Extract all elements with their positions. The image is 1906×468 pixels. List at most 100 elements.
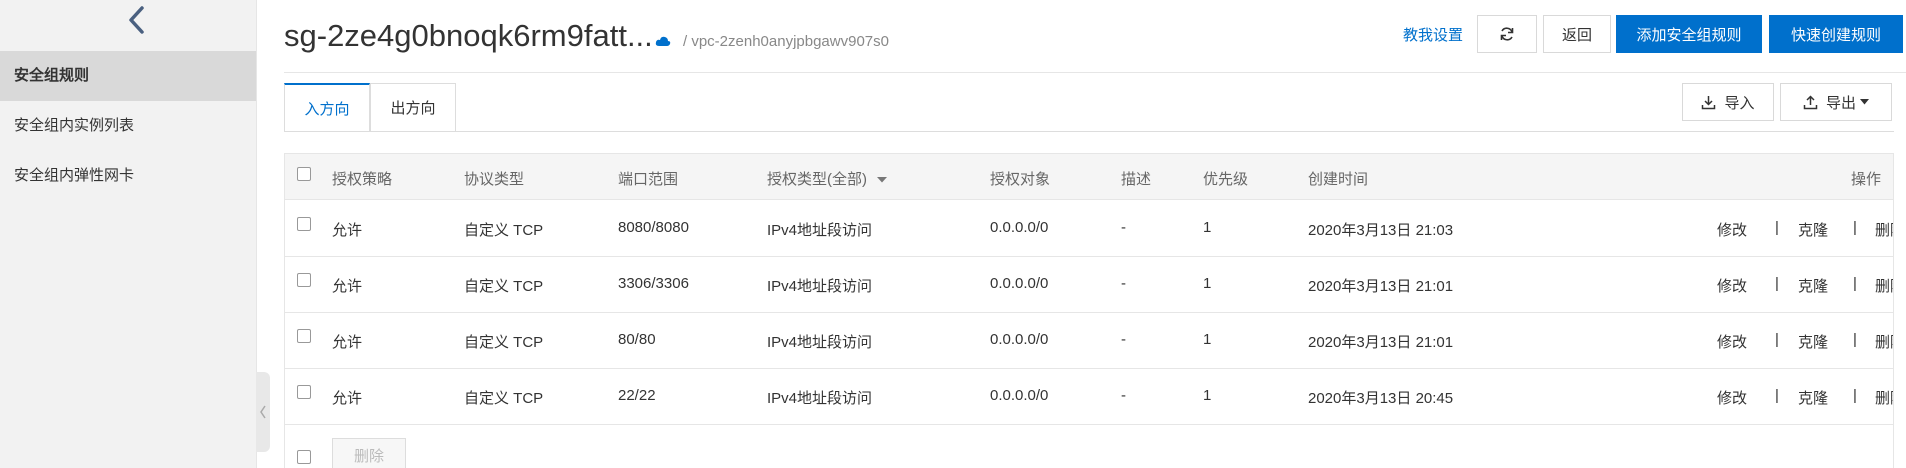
caret-down-icon	[1860, 99, 1869, 105]
delete-link[interactable]: 删除	[1875, 331, 1893, 352]
chevron-left-icon[interactable]	[118, 2, 154, 38]
col-policy: 授权策略	[332, 171, 393, 188]
action-separator: |	[1775, 331, 1779, 348]
cell-protocol: 自定义 TCP	[464, 222, 544, 239]
help-link[interactable]: 教我设置	[1403, 24, 1463, 45]
col-ops: 操作	[1850, 171, 1881, 188]
edit-link[interactable]: 修改	[1717, 275, 1747, 296]
bulk-select-checkbox[interactable]	[297, 450, 311, 464]
table-row: 允许 自定义 TCP 8080/8080 IPv4地址段访问 0.0.0.0/0…	[285, 200, 1893, 257]
action-separator: |	[1853, 219, 1857, 236]
cell-priority: 1	[1203, 275, 1212, 292]
sidebar-item-security-rules[interactable]: 安全组规则	[0, 51, 256, 101]
sidebar-item-instance-list[interactable]: 安全组内实例列表	[0, 101, 256, 151]
quick-create-button[interactable]: 快速创建规则	[1769, 15, 1903, 53]
col-auth-type-filter[interactable]: 授权类型(全部)	[767, 168, 888, 189]
select-all-checkbox[interactable]	[297, 167, 311, 181]
col-auth-type: 授权类型(全部)	[767, 171, 867, 188]
clone-link[interactable]: 克隆	[1798, 275, 1828, 296]
col-auth-object: 授权对象	[990, 171, 1051, 188]
clone-link[interactable]: 克隆	[1798, 331, 1828, 352]
row-checkbox[interactable]	[297, 217, 311, 231]
table-header: 授权策略 协议类型 端口范围 授权类型(全部) 授权对象 描述 优先级 创建时间…	[285, 154, 1893, 200]
sidebar-collapse-handle[interactable]	[256, 372, 270, 452]
cell-auth-object: 0.0.0.0/0	[990, 275, 1049, 292]
tab-divider	[284, 131, 1894, 132]
col-protocol: 协议类型	[464, 171, 525, 188]
row-checkbox[interactable]	[297, 273, 311, 287]
import-button[interactable]: 导入	[1682, 83, 1774, 121]
col-created: 创建时间	[1308, 171, 1369, 188]
cell-port: 8080/8080	[618, 219, 689, 236]
col-desc: 描述	[1121, 171, 1152, 188]
cell-auth-type: IPv4地址段访问	[767, 222, 873, 239]
action-separator: |	[1775, 275, 1779, 292]
delete-link[interactable]: 删除	[1875, 387, 1893, 408]
bulk-delete-button[interactable]: 删除	[332, 438, 406, 468]
action-separator: |	[1853, 387, 1857, 404]
table-row: 允许 自定义 TCP 22/22 IPv4地址段访问 0.0.0.0/0 - 1…	[285, 368, 1893, 425]
tab-inbound[interactable]: 入方向	[284, 83, 370, 132]
caret-down-icon	[877, 177, 888, 183]
cell-desc: -	[1121, 275, 1126, 292]
collapse-left-icon	[260, 405, 266, 419]
add-rule-button[interactable]: 添加安全组规则	[1616, 15, 1762, 53]
cell-priority: 1	[1203, 331, 1212, 348]
cell-created: 2020年3月13日 21:03	[1308, 222, 1454, 239]
header-divider	[284, 72, 1906, 73]
col-priority: 优先级	[1203, 171, 1249, 188]
cell-policy: 允许	[332, 278, 363, 295]
cell-auth-type: IPv4地址段访问	[767, 278, 873, 295]
sidebar-item-eni[interactable]: 安全组内弹性网卡	[0, 151, 256, 201]
cell-auth-object: 0.0.0.0/0	[990, 219, 1049, 236]
delete-link[interactable]: 删除	[1875, 275, 1893, 296]
cell-created: 2020年3月13日 20:45	[1308, 390, 1454, 407]
cell-auth-object: 0.0.0.0/0	[990, 331, 1049, 348]
refresh-icon	[1500, 27, 1514, 41]
cell-protocol: 自定义 TCP	[464, 278, 544, 295]
edit-link[interactable]: 修改	[1717, 219, 1747, 240]
cell-auth-object: 0.0.0.0/0	[990, 387, 1049, 404]
edit-link[interactable]: 修改	[1717, 331, 1747, 352]
row-checkbox[interactable]	[297, 329, 311, 343]
action-separator: |	[1853, 275, 1857, 292]
table-row: 允许 自定义 TCP 80/80 IPv4地址段访问 0.0.0.0/0 - 1…	[285, 312, 1893, 369]
page-title: sg-2ze4g0bnoqk6rm9fatt...	[284, 18, 653, 53]
upload-icon	[1803, 94, 1818, 109]
cell-created: 2020年3月13日 21:01	[1308, 278, 1454, 295]
cell-created: 2020年3月13日 21:01	[1308, 334, 1454, 351]
table-row: 允许 自定义 TCP 3306/3306 IPv4地址段访问 0.0.0.0/0…	[285, 256, 1893, 313]
cell-priority: 1	[1203, 219, 1212, 236]
clone-link[interactable]: 克隆	[1798, 387, 1828, 408]
export-button[interactable]: 导出	[1780, 83, 1892, 121]
action-separator: |	[1853, 331, 1857, 348]
rules-table: 授权策略 协议类型 端口范围 授权类型(全部) 授权对象 描述 优先级 创建时间…	[284, 153, 1894, 468]
cell-port: 80/80	[618, 331, 656, 348]
cloud-icon[interactable]	[655, 34, 671, 52]
sidebar: 安全组规则 安全组内实例列表 安全组内弹性网卡	[0, 0, 257, 468]
cell-port: 3306/3306	[618, 275, 689, 292]
col-port: 端口范围	[618, 171, 679, 188]
back-button[interactable]: 返回	[1543, 15, 1611, 53]
row-checkbox[interactable]	[297, 385, 311, 399]
cell-port: 22/22	[618, 387, 656, 404]
action-separator: |	[1775, 387, 1779, 404]
download-icon	[1702, 95, 1716, 109]
cell-policy: 允许	[332, 334, 363, 351]
export-label: 导出	[1825, 94, 1856, 112]
cell-protocol: 自定义 TCP	[464, 334, 544, 351]
cell-auth-type: IPv4地址段访问	[767, 390, 873, 407]
cell-desc: -	[1121, 387, 1126, 404]
cell-desc: -	[1121, 331, 1126, 348]
edit-link[interactable]: 修改	[1717, 387, 1747, 408]
delete-link[interactable]: 删除	[1875, 219, 1893, 240]
import-label: 导入	[1724, 94, 1755, 112]
cell-auth-type: IPv4地址段访问	[767, 334, 873, 351]
action-separator: |	[1775, 219, 1779, 236]
cell-protocol: 自定义 TCP	[464, 390, 544, 407]
cell-policy: 允许	[332, 222, 363, 239]
vpc-id: / vpc-2zenh0anyjpbgawv907s0	[683, 33, 889, 50]
refresh-button[interactable]	[1477, 15, 1537, 53]
tab-outbound[interactable]: 出方向	[370, 83, 456, 131]
clone-link[interactable]: 克隆	[1798, 219, 1828, 240]
